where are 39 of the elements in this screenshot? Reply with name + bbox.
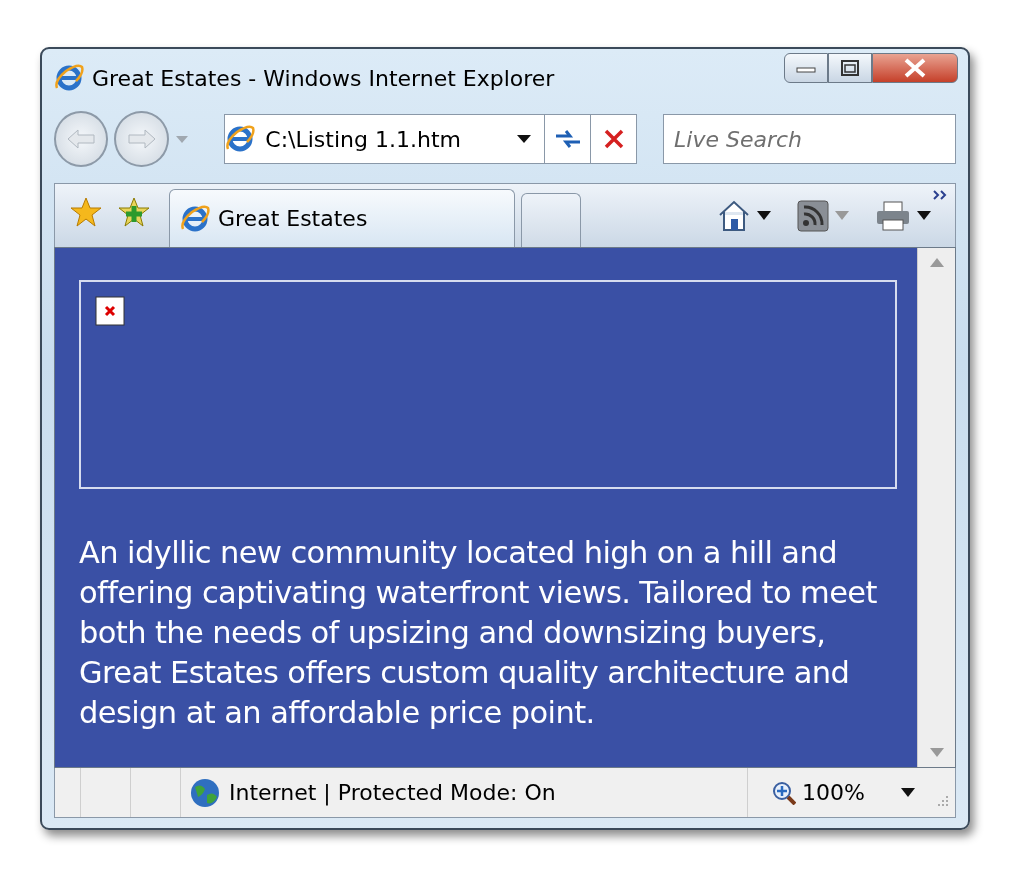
zoom-button[interactable]: 100%	[768, 776, 919, 809]
chevron-icon[interactable]	[933, 190, 947, 200]
stop-icon	[602, 128, 625, 150]
browser-tab[interactable]: Great Estates	[169, 189, 515, 247]
description-paragraph: An idyllic new community located high on a hill and offering captivating waterfront views. Tailored to meet both the needs of upsizing and downsizing buyers, Great Estates offers custom quality architecture and design at an affordable price point.	[79, 534, 878, 732]
status-text: Internet | Protected Mode: On	[229, 779, 556, 808]
address-bar[interactable]: C:\Listing 1.1.htm	[224, 114, 637, 164]
caret-icon	[901, 788, 915, 797]
browser-logo-icon	[180, 203, 210, 234]
caret-icon	[917, 211, 931, 220]
search-field[interactable]: Live Search	[663, 114, 956, 164]
back-arrow-icon	[66, 128, 97, 150]
scroll-up-icon[interactable]	[929, 258, 944, 267]
dropdown-icon[interactable]	[516, 134, 532, 144]
minimize-button[interactable]	[784, 53, 828, 83]
refresh-icon	[553, 128, 582, 150]
maximize-icon	[840, 59, 860, 77]
maximize-button[interactable]	[828, 53, 872, 83]
back-button[interactable]	[54, 111, 109, 167]
caret-icon	[757, 211, 771, 220]
add-star-icon	[117, 195, 151, 228]
feed-icon	[797, 199, 829, 232]
new-tab-button[interactable]	[521, 193, 581, 247]
home-icon	[717, 198, 751, 233]
close-button[interactable]	[872, 53, 958, 83]
scrollbar[interactable]	[917, 248, 955, 767]
zoom-icon	[772, 780, 797, 805]
window-title: Great Estates - Windows Internet Explorer	[92, 64, 555, 93]
browser-logo-icon	[225, 124, 256, 154]
scroll-down-icon[interactable]	[929, 748, 944, 757]
address-field: C:\Listing 1.1.htm	[263, 121, 514, 157]
caret-icon	[835, 211, 849, 220]
forward-button[interactable]	[114, 111, 169, 167]
forward-arrow-icon	[126, 128, 157, 150]
printer-icon	[875, 199, 911, 232]
close-icon	[902, 58, 928, 78]
globe-icon	[189, 776, 221, 809]
star-icon	[69, 195, 103, 228]
browser-logo-icon	[54, 63, 84, 93]
